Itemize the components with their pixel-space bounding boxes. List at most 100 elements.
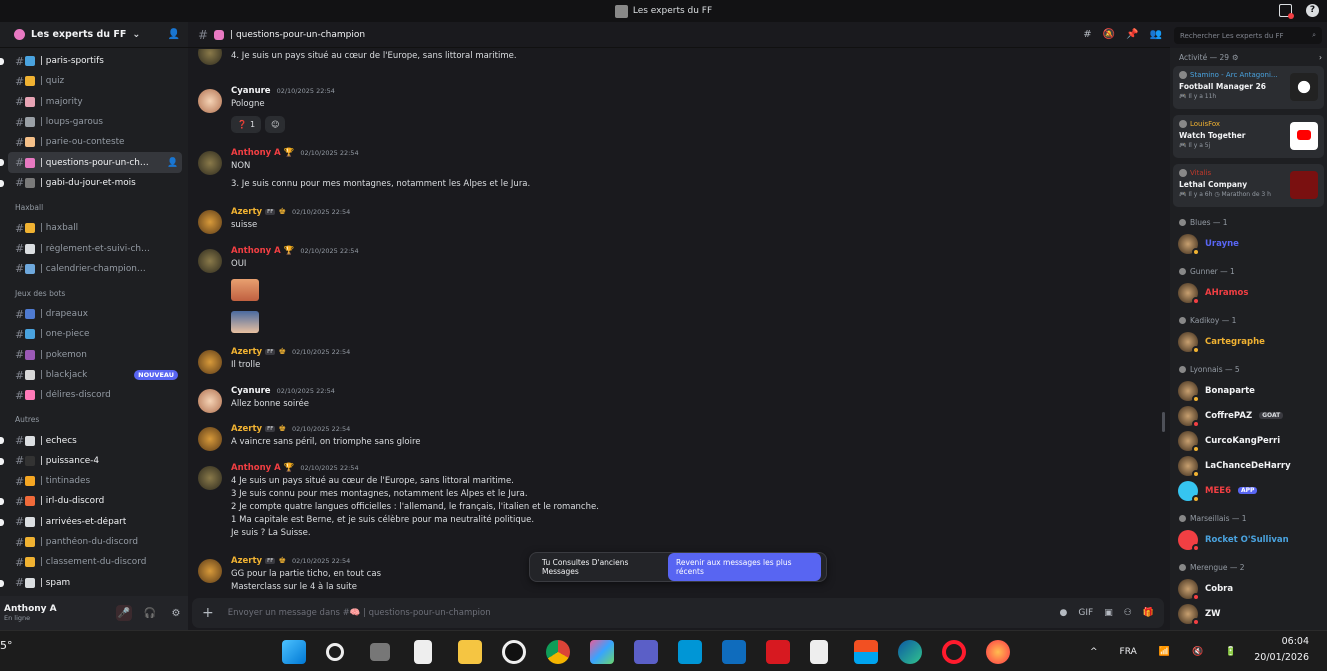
channel-item[interactable]: # | echecs bbox=[0, 430, 182, 450]
message-author[interactable]: Azerty bbox=[231, 556, 262, 566]
search-input[interactable]: Rechercher Les experts du FF ⌕ bbox=[1174, 27, 1322, 44]
channel-item[interactable]: # | panthéon-du-discord bbox=[8, 532, 182, 552]
member-item[interactable]: Urayne bbox=[1170, 231, 1327, 256]
volume-mute-icon[interactable]: 🔇 bbox=[1192, 647, 1203, 657]
notification-bell-icon[interactable]: 🔕 bbox=[1103, 29, 1115, 40]
member-item[interactable]: MEE6 APP bbox=[1170, 478, 1327, 503]
sticker-image[interactable] bbox=[231, 279, 259, 301]
member-item[interactable]: ZW bbox=[1170, 601, 1327, 626]
help-icon[interactable]: ? bbox=[1306, 4, 1319, 17]
document-icon[interactable] bbox=[810, 640, 828, 664]
channel-item[interactable]: # | délires-discord bbox=[8, 385, 182, 405]
server-header[interactable]: Les experts du FF ⌄ 👤 bbox=[0, 22, 188, 48]
gif-icon[interactable]: GIF bbox=[1078, 608, 1093, 618]
channel-item[interactable]: # | spam bbox=[0, 573, 182, 593]
m365-icon[interactable] bbox=[590, 640, 614, 664]
nitro-icon[interactable]: ● bbox=[1060, 608, 1068, 618]
user-avatar[interactable] bbox=[198, 49, 222, 65]
activity-card[interactable]: Stamino - Arc Antagoni... Football Manage… bbox=[1173, 66, 1324, 109]
store-icon[interactable] bbox=[854, 640, 878, 664]
inbox-icon[interactable] bbox=[1279, 4, 1294, 19]
sticker-image[interactable] bbox=[231, 311, 259, 333]
channel-item[interactable]: # | arrivées-et-départ bbox=[0, 512, 182, 532]
wifi-icon[interactable]: 📶 bbox=[1159, 647, 1170, 657]
channel-item[interactable]: # | tintinades bbox=[8, 471, 182, 491]
member-item[interactable]: LaChanceDeHarry bbox=[1170, 453, 1327, 478]
battery-icon[interactable]: 🔋 bbox=[1225, 647, 1236, 657]
activity-card[interactable]: LouisFox Watch Together 🎮 Il y a 5j bbox=[1173, 115, 1324, 158]
member-item[interactable]: Rocket O'Sullivan bbox=[1170, 527, 1327, 552]
channel-item[interactable]: # | gabi-du-jour-et-mois bbox=[0, 173, 182, 193]
add-reaction-button[interactable]: ☺ bbox=[265, 116, 286, 133]
member-list-icon[interactable]: 👥 bbox=[1150, 29, 1162, 40]
file-icon[interactable] bbox=[414, 640, 432, 664]
jump-to-present-button[interactable]: Revenir aux messages les plus récents bbox=[668, 553, 821, 581]
user-avatar[interactable] bbox=[198, 350, 222, 374]
user-avatar[interactable] bbox=[198, 89, 222, 113]
myhp-icon[interactable] bbox=[678, 640, 702, 664]
user-avatar[interactable] bbox=[198, 559, 222, 583]
settings-gear-icon[interactable]: ⚙ bbox=[168, 605, 184, 621]
sticker-icon[interactable]: ▣ bbox=[1104, 608, 1113, 618]
message-author[interactable]: Anthony A bbox=[231, 148, 281, 158]
add-attachment-icon[interactable]: + bbox=[202, 605, 214, 621]
category-autres[interactable]: Autres bbox=[0, 405, 188, 430]
channel-item[interactable]: # | majority bbox=[8, 92, 182, 112]
start-icon[interactable] bbox=[282, 640, 306, 664]
member-item[interactable]: Bonaparte bbox=[1170, 378, 1327, 403]
channel-item[interactable]: # | pokemon bbox=[8, 345, 182, 365]
channel-item[interactable]: # | one-piece bbox=[8, 324, 182, 344]
channel-item[interactable]: # | drapeaux bbox=[8, 304, 182, 324]
message-author[interactable]: Anthony A bbox=[231, 463, 281, 473]
headphones-icon[interactable]: 🎧 bbox=[142, 605, 158, 621]
edge-icon[interactable] bbox=[898, 640, 922, 664]
channel-item[interactable]: # | questions-pour-un-cha... 👤 bbox=[0, 152, 182, 173]
chat-scrollbar[interactable] bbox=[1162, 412, 1165, 432]
opera-icon[interactable] bbox=[942, 640, 966, 664]
channel-item[interactable]: # | loups-garous bbox=[8, 112, 182, 132]
channel-item[interactable]: # | haxball bbox=[8, 218, 182, 238]
channel-item[interactable]: # | irl-du-discord bbox=[0, 491, 182, 511]
member-item[interactable]: Cartegraphe bbox=[1170, 329, 1327, 354]
member-item[interactable]: Cobra bbox=[1170, 576, 1327, 601]
threads-icon[interactable]: # bbox=[1083, 29, 1091, 40]
pin-icon[interactable]: 📌 bbox=[1126, 29, 1138, 40]
member-item[interactable]: AHramos bbox=[1170, 280, 1327, 305]
message-author[interactable]: Azerty bbox=[231, 347, 262, 357]
message-author[interactable]: Cyanure bbox=[231, 86, 271, 96]
firefox-icon[interactable] bbox=[986, 640, 1010, 664]
message-input[interactable]: Envoyer un message dans #🧠 | questions-p… bbox=[228, 608, 1060, 618]
activity-header[interactable]: Activité — 29 ⚙ › bbox=[1170, 48, 1327, 66]
weather-widget[interactable]: 5° bbox=[0, 639, 13, 652]
user-avatar[interactable] bbox=[198, 249, 222, 273]
channel-item[interactable]: # | blackjack NOUVEAU bbox=[8, 365, 182, 385]
message-author[interactable]: Azerty bbox=[231, 207, 262, 217]
apps-icon[interactable]: ⚇ bbox=[1124, 608, 1132, 618]
user-avatar[interactable] bbox=[198, 210, 222, 234]
reaction-question[interactable]: ❓ 1 bbox=[231, 116, 262, 133]
search-taskbar-icon[interactable] bbox=[326, 643, 344, 661]
teams-icon[interactable] bbox=[634, 640, 658, 664]
add-member-icon[interactable]: 👤 bbox=[167, 158, 178, 168]
clock[interactable]: 06:04 20/01/2026 bbox=[1254, 634, 1309, 666]
activity-card[interactable]: Vitalis Lethal Company 🎮 Il y a 6h ◷ Marat… bbox=[1173, 164, 1324, 207]
member-item[interactable]: CurcoKangPerri bbox=[1170, 428, 1327, 453]
user-avatar[interactable] bbox=[198, 427, 222, 451]
user-info[interactable]: Anthony A En ligne bbox=[4, 604, 116, 622]
member-item[interactable]: CoffrePAZ GOAT bbox=[1170, 403, 1327, 428]
channel-item[interactable]: # | parie-ou-conteste bbox=[8, 132, 182, 152]
mute-mic-icon[interactable]: 🎤 bbox=[116, 605, 132, 621]
user-avatar[interactable] bbox=[198, 389, 222, 413]
user-avatar[interactable] bbox=[198, 466, 222, 490]
channel-item[interactable]: # | règlement-et-suivi-champi... bbox=[8, 238, 182, 258]
channel-item[interactable]: # | calendrier-championnat-2v... bbox=[8, 259, 182, 279]
gift-icon[interactable]: 🎁 bbox=[1143, 608, 1154, 618]
invite-people-icon[interactable]: 👤 bbox=[168, 29, 180, 40]
message-author[interactable]: Azerty bbox=[231, 424, 262, 434]
outlook-icon[interactable] bbox=[722, 640, 746, 664]
channel-item[interactable]: # | quiz bbox=[8, 71, 182, 91]
message-author[interactable]: Anthony A bbox=[231, 246, 281, 256]
category-haxball[interactable]: Haxball bbox=[0, 193, 188, 218]
file-explorer-icon[interactable] bbox=[458, 640, 482, 664]
tlc-icon[interactable] bbox=[766, 640, 790, 664]
